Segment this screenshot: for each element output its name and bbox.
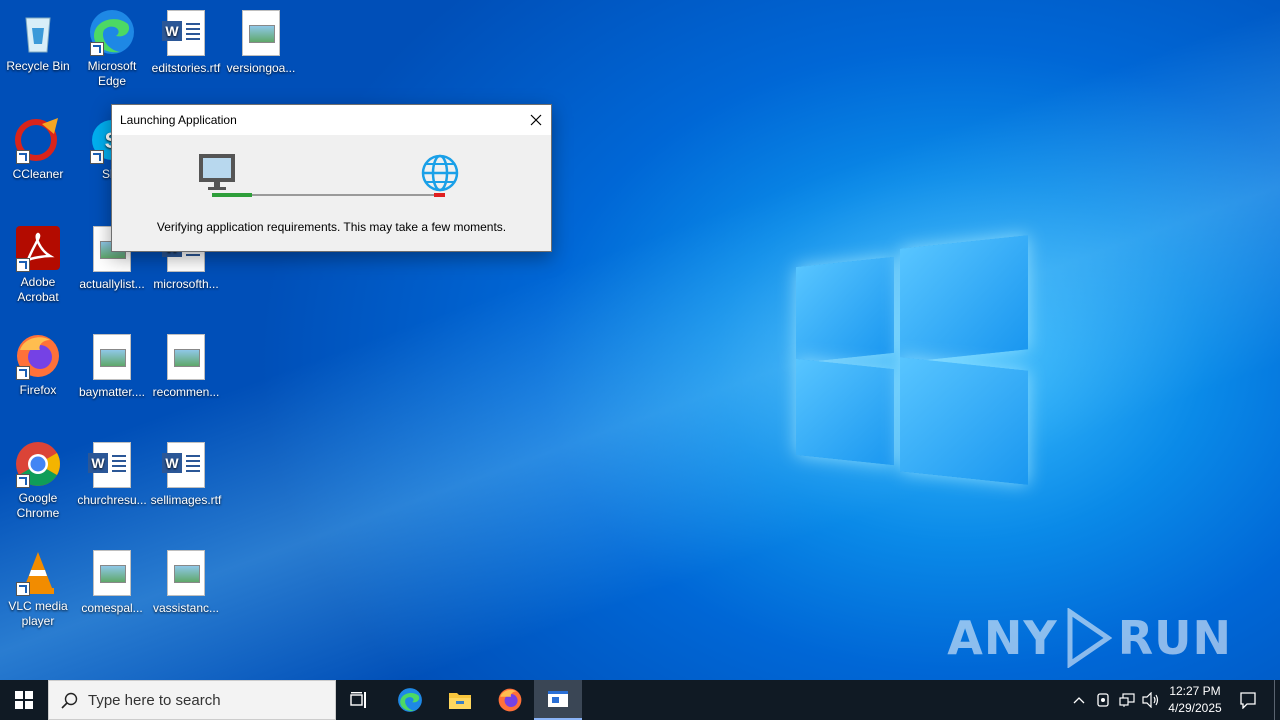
image-file-icon: [88, 334, 136, 382]
image-file-icon: [162, 334, 210, 382]
taskbar-edge-button[interactable]: [386, 680, 434, 720]
word-document-icon: W: [162, 442, 210, 490]
desktop-icon-ccleaner[interactable]: CCleaner: [0, 116, 76, 182]
desktop-icon-recommen[interactable]: recommen...: [148, 332, 224, 400]
desktop-icon-label: editstories.rtf: [151, 61, 221, 75]
show-desktop-button[interactable]: [1274, 680, 1280, 720]
close-button[interactable]: [521, 105, 551, 135]
globe-icon: [421, 154, 459, 192]
show-hidden-icons-button[interactable]: [1068, 680, 1090, 720]
ccleaner-icon: [14, 116, 62, 164]
volume-button[interactable]: [1140, 680, 1162, 720]
chrome-icon: [14, 440, 62, 488]
tray-device-icon: [1097, 693, 1109, 707]
desktop-icon-label: CCleaner: [12, 167, 64, 181]
search-placeholder: Type here to search: [88, 692, 221, 709]
desktop-icon-label: vassistanc...: [152, 601, 220, 615]
dialog-titlebar[interactable]: Launching Application: [112, 105, 551, 135]
anyrun-watermark: ANY RUN: [947, 606, 1232, 670]
desktop-icon-google-chrome[interactable]: Google Chrome: [0, 440, 76, 521]
desktop-icon-label: versiongoa...: [226, 61, 296, 75]
progress-end-marker: [434, 193, 445, 197]
desktop-icon-label: churchresu...: [77, 493, 147, 507]
notification-icon: [1240, 692, 1256, 709]
desktop-icon-churchresu[interactable]: W churchresu...: [74, 440, 150, 508]
desktop-icon-adobe-acrobat[interactable]: Adobe Acrobat: [0, 224, 76, 305]
speaker-icon: [1142, 692, 1159, 708]
desktop-icon-label: actuallylist...: [79, 277, 145, 291]
dialog-message: Verifying application requirements. This…: [156, 220, 507, 234]
desktop-icon-label: recommen...: [152, 385, 220, 399]
desktop-icon-versiongoa[interactable]: versiongoa...: [223, 8, 299, 76]
taskbar: Type here to search 12:27 PM 4/29/2025: [0, 680, 1280, 720]
task-view-icon: [350, 692, 366, 708]
desktop-icon-label: Firefox: [19, 383, 57, 397]
edge-icon: [88, 8, 136, 56]
start-button[interactable]: [0, 680, 48, 720]
desktop-icon-label: Recycle Bin: [6, 59, 70, 73]
desktop-icon-firefox[interactable]: Firefox: [0, 332, 76, 398]
taskbar-clock[interactable]: 12:27 PM 4/29/2025: [1162, 683, 1228, 717]
application-window-icon: [548, 691, 568, 707]
computer-icon: [199, 154, 235, 190]
desktop-icon-editstories[interactable]: W editstories.rtf: [148, 8, 224, 76]
progress-fill: [212, 193, 252, 197]
desktop-icon-label: baymatter....: [78, 385, 146, 399]
taskbar-launcher-app-button[interactable]: [534, 680, 582, 720]
word-document-icon: W: [88, 442, 136, 490]
action-center-button[interactable]: [1232, 680, 1264, 720]
desktop-icon-label: Adobe Acrobat: [17, 275, 59, 304]
desktop-icon-label: sellimages.rtf: [150, 493, 222, 507]
network-button[interactable]: [1116, 680, 1138, 720]
tray-app-button[interactable]: [1092, 680, 1114, 720]
desktop-icon-sellimages[interactable]: W sellimages.rtf: [148, 440, 224, 508]
desktop-icon-microsoft-edge[interactable]: Microsoft Edge: [74, 8, 150, 89]
clock-date: 4/29/2025: [1168, 701, 1222, 715]
launching-application-dialog: Launching Application Verifying applicat…: [111, 104, 552, 252]
image-file-icon: [88, 550, 136, 598]
desktop-icon-label: Google Chrome: [16, 491, 60, 520]
windows-logo-wallpaper: [796, 235, 1028, 485]
firefox-icon: [14, 332, 62, 380]
search-icon: [61, 692, 78, 709]
desktop-icon-label: Microsoft Edge: [87, 59, 137, 88]
recycle-bin-icon: [14, 8, 62, 56]
word-document-icon: W: [162, 10, 210, 58]
desktop-icon-label: VLC media player: [8, 599, 68, 628]
taskbar-file-explorer-button[interactable]: [436, 680, 484, 720]
taskbar-search-box[interactable]: Type here to search: [48, 680, 336, 720]
acrobat-icon: [14, 224, 62, 272]
desktop-icon-label: comespal...: [81, 601, 143, 615]
desktop-icon-vassistanc[interactable]: vassistanc...: [148, 548, 224, 616]
watermark-text-any: ANY: [947, 611, 1058, 665]
desktop-icon-vlc[interactable]: VLC media player: [0, 548, 76, 629]
chevron-up-icon: [1073, 697, 1085, 704]
desktop-icon-label: microsofth...: [153, 277, 219, 291]
close-icon: [530, 114, 542, 126]
taskbar-firefox-button[interactable]: [486, 680, 534, 720]
windows-start-icon: [15, 691, 33, 709]
connection-progress-bar: [212, 193, 445, 197]
image-file-icon: [162, 550, 210, 598]
watermark-text-run: RUN: [1117, 611, 1232, 665]
folder-icon: [449, 693, 471, 709]
task-view-button[interactable]: [336, 680, 384, 720]
edge-icon: [398, 688, 422, 712]
vlc-icon: [14, 548, 62, 596]
image-file-icon: [237, 10, 285, 58]
play-icon: [1067, 608, 1112, 668]
desktop-icon-comespal[interactable]: comespal...: [74, 548, 150, 616]
dialog-title: Launching Application: [120, 113, 237, 127]
firefox-icon: [498, 688, 522, 712]
clock-time: 12:27 PM: [1169, 684, 1221, 698]
desktop-icon-baymatter[interactable]: baymatter....: [74, 332, 150, 400]
network-icon: [1119, 693, 1135, 707]
desktop-icon-recycle-bin[interactable]: Recycle Bin: [0, 8, 76, 74]
